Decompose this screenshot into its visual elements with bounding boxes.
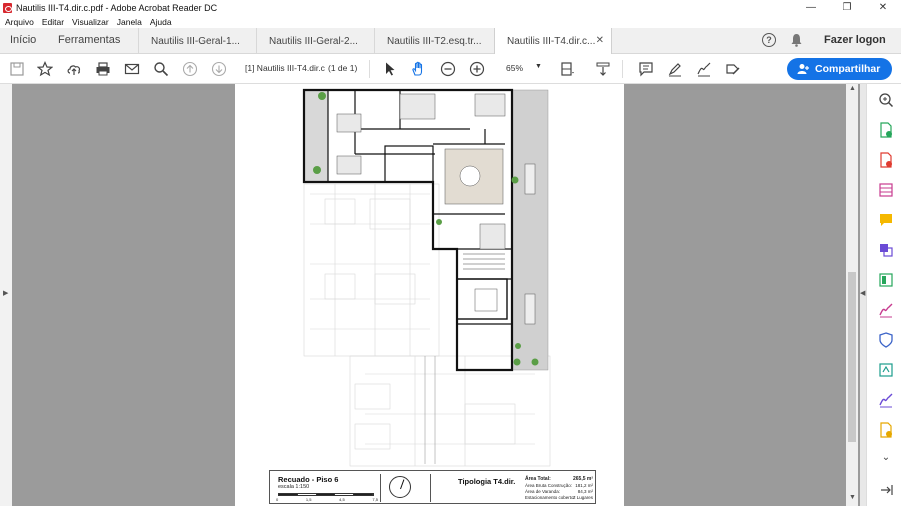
- right-tools-panel: ⌄: [866, 84, 901, 506]
- doc-tab-label: Nautilis III-Geral-1...: [151, 35, 240, 47]
- fill-sign-tool-icon[interactable]: [878, 302, 894, 318]
- scroll-up-icon[interactable]: ▲: [849, 85, 856, 92]
- scroll-down-icon[interactable]: ▼: [849, 494, 856, 501]
- vertical-scrollbar[interactable]: ▲ ▼: [846, 84, 858, 506]
- help-icon[interactable]: ?: [762, 33, 776, 47]
- area-row: Área de Varanda: 84,3 m²: [525, 489, 593, 494]
- send-for-signature-icon[interactable]: [878, 392, 894, 408]
- close-window-button[interactable]: ✕: [865, 0, 901, 15]
- drawing-scale: escala 1:150: [278, 484, 310, 490]
- tab-home[interactable]: Início: [10, 34, 36, 46]
- doc-tab-label: Nautilis III-Geral-2...: [269, 35, 358, 47]
- add-person-icon: [797, 63, 810, 78]
- print-icon[interactable]: [94, 60, 112, 78]
- acrobat-app-icon: [3, 2, 12, 13]
- menu-arquivo[interactable]: Arquivo: [5, 17, 34, 27]
- sign-in-link[interactable]: Fazer logon: [824, 34, 886, 46]
- protect-icon[interactable]: [878, 332, 894, 348]
- share-label: Compartilhar: [815, 63, 881, 75]
- menu-editar[interactable]: Editar: [42, 17, 64, 27]
- floor-plan-drawing: [302, 88, 551, 467]
- share-button[interactable]: Compartilhar: [787, 58, 892, 80]
- toolbar-divider: [622, 60, 623, 78]
- zoom-in-icon[interactable]: [468, 60, 486, 78]
- doc-tab-geral-1[interactable]: Nautilis III-Geral-1...: [138, 28, 256, 54]
- collapse-right-icon[interactable]: ◀: [860, 289, 865, 297]
- title-block-divider: [380, 474, 381, 502]
- area-row: Estacionamento coberto: 2 Lugares: [525, 495, 593, 500]
- maximize-button[interactable]: ❐: [829, 0, 865, 15]
- window-controls: — ❐ ✕: [793, 0, 901, 15]
- star-icon[interactable]: [36, 60, 54, 78]
- comment-icon[interactable]: [637, 60, 655, 78]
- doc-tab-label: Nautilis III-T4.dir.c...: [507, 36, 596, 47]
- minimize-button[interactable]: —: [793, 0, 829, 15]
- page-down-icon[interactable]: [210, 60, 228, 78]
- tab-tools[interactable]: Ferramentas: [58, 34, 120, 46]
- expand-icon[interactable]: ⌄: [878, 452, 894, 468]
- zoom-level[interactable]: 65%: [506, 63, 523, 73]
- edit-pdf-icon[interactable]: [878, 182, 894, 198]
- create-pdf-icon[interactable]: [878, 152, 894, 168]
- sign-icon[interactable]: [695, 60, 713, 78]
- doc-tab-geral-2[interactable]: Nautilis III-Geral-2...: [256, 28, 374, 54]
- doc-tab-t4-active[interactable]: Nautilis III-T4.dir.c... ✕: [494, 28, 612, 55]
- comment-tool-icon[interactable]: [878, 212, 894, 228]
- menu-bar: Arquivo Editar Visualizar Janela Ajuda: [0, 15, 901, 28]
- left-panel-toggle[interactable]: ▶: [0, 84, 12, 506]
- scale-bar: [278, 493, 374, 496]
- save-icon[interactable]: [8, 60, 26, 78]
- page-count: (1 de 1): [328, 63, 358, 73]
- export-pdf-icon[interactable]: [878, 122, 894, 138]
- scroll-thumb[interactable]: [848, 272, 856, 442]
- title-block-divider: [430, 474, 431, 502]
- doc-tab-t2[interactable]: Nautilis III-T2.esq.tr...: [374, 28, 494, 54]
- select-cursor-icon[interactable]: [381, 60, 399, 78]
- menu-ajuda[interactable]: Ajuda: [150, 17, 172, 27]
- north-arrow-icon: [389, 476, 411, 498]
- scale-bar-labels: 0 1,5 4,5 7,5: [276, 497, 378, 502]
- zoom-out-icon[interactable]: [439, 60, 457, 78]
- page-number-field[interactable]: [1] Nautilis III-T4.dir.c: [245, 63, 325, 73]
- zoom-dropdown-icon[interactable]: ▼: [535, 63, 542, 70]
- doc-tab-label: Nautilis III-T2.esq.tr...: [387, 35, 482, 47]
- pdf-page[interactable]: [235, 84, 624, 506]
- typology-label: Tipologia T4.dir.: [458, 477, 516, 486]
- fit-page-icon[interactable]: [558, 60, 576, 78]
- more-tools-icon[interactable]: [878, 422, 894, 438]
- menu-janela[interactable]: Janela: [117, 17, 142, 27]
- cloud-upload-icon[interactable]: [65, 60, 83, 78]
- collapse-panel-icon[interactable]: [878, 482, 894, 498]
- main-toolbar: [1] Nautilis III-T4.dir.c (1 de 1) 65% ▼…: [0, 54, 901, 84]
- page-up-icon[interactable]: [181, 60, 199, 78]
- notifications-bell-icon[interactable]: [790, 33, 803, 50]
- optimize-icon[interactable]: [878, 362, 894, 378]
- drawing-title: Recuado - Piso 6: [278, 475, 339, 484]
- title-bar: Nautilis III-T4.dir.c.pdf - Adobe Acroba…: [0, 0, 901, 15]
- highlight-icon[interactable]: [666, 60, 684, 78]
- toolbar-divider: [369, 60, 370, 78]
- close-tab-icon[interactable]: ✕: [596, 35, 604, 46]
- window-title: Nautilis III-T4.dir.c.pdf - Adobe Acroba…: [16, 2, 218, 13]
- area-row: Área Total: 265,5 m²: [525, 476, 593, 482]
- expand-left-icon[interactable]: ▶: [3, 289, 8, 297]
- area-row: Área Bruta Construção: 181,2 m²: [525, 483, 593, 488]
- fill-sign-icon[interactable]: [724, 60, 742, 78]
- scroll-mode-icon[interactable]: [594, 60, 612, 78]
- zoom-icon[interactable]: [878, 92, 894, 108]
- tab-bar: Início Ferramentas Nautilis III-Geral-1.…: [0, 28, 901, 55]
- menu-visualizar[interactable]: Visualizar: [72, 17, 109, 27]
- search-icon[interactable]: [152, 60, 170, 78]
- hand-tool-icon[interactable]: [409, 60, 427, 78]
- organize-pages-icon[interactable]: [878, 272, 894, 288]
- combine-files-icon[interactable]: [878, 242, 894, 258]
- mail-icon[interactable]: [123, 60, 141, 78]
